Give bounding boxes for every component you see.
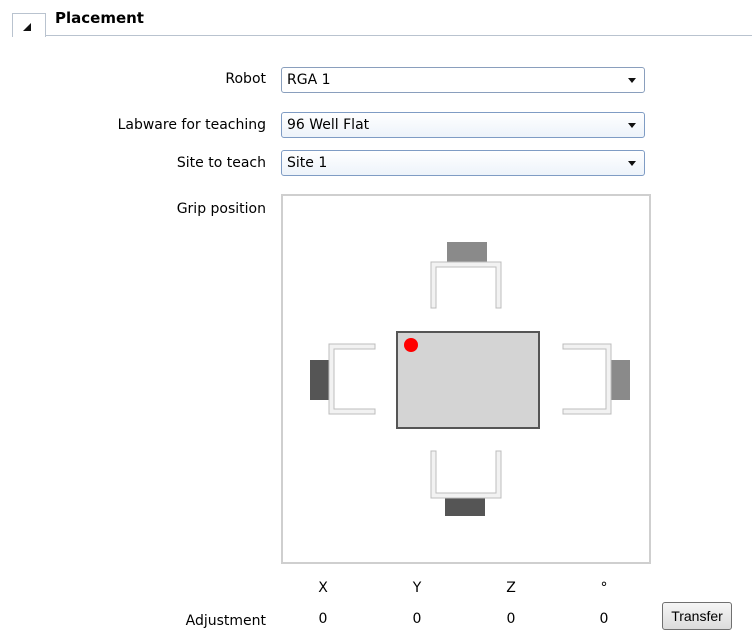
dropdown-arrow-icon bbox=[628, 123, 636, 128]
collapse-button[interactable] bbox=[12, 13, 46, 37]
labware-plate bbox=[396, 331, 540, 429]
adjustment-header-x: X bbox=[318, 580, 328, 596]
transfer-button[interactable]: Transfer bbox=[662, 602, 732, 630]
site-select[interactable]: Site 1 bbox=[281, 150, 645, 176]
grip-option-left[interactable] bbox=[310, 343, 376, 415]
adjustment-label: Adjustment bbox=[185, 613, 266, 629]
section-title: Placement bbox=[55, 9, 144, 27]
robot-select-value: RGA 1 bbox=[287, 72, 331, 88]
robot-label: Robot bbox=[225, 71, 266, 87]
robot-select[interactable]: RGA 1 bbox=[281, 67, 645, 93]
adjustment-header-z: Z bbox=[506, 580, 516, 596]
adjustment-x-value[interactable]: 0 bbox=[313, 611, 333, 627]
adjustment-header-degrees: ° bbox=[600, 580, 608, 596]
labware-select[interactable]: 96 Well Flat bbox=[281, 112, 645, 138]
adjustment-z-value[interactable]: 0 bbox=[501, 611, 521, 627]
grip-position-panel bbox=[281, 194, 651, 564]
grip-option-right[interactable] bbox=[562, 343, 630, 415]
adjustment-y-value[interactable]: 0 bbox=[407, 611, 427, 627]
section-header: Placement bbox=[0, 0, 752, 38]
grip-position-label: Grip position bbox=[176, 201, 266, 217]
dropdown-arrow-icon bbox=[628, 161, 636, 166]
plate-a1-marker bbox=[404, 338, 418, 352]
site-label: Site to teach bbox=[176, 155, 266, 171]
labware-label: Labware for teaching bbox=[117, 117, 266, 133]
adjustment-degrees-value[interactable]: 0 bbox=[594, 611, 614, 627]
grip-diagram bbox=[310, 242, 630, 516]
grip-option-top[interactable] bbox=[430, 242, 502, 309]
section-divider bbox=[46, 35, 752, 36]
grip-option-bottom[interactable] bbox=[430, 450, 502, 516]
labware-select-value: 96 Well Flat bbox=[287, 117, 370, 133]
site-select-value: Site 1 bbox=[287, 155, 328, 171]
dropdown-arrow-icon bbox=[628, 78, 636, 83]
collapse-triangle-icon bbox=[23, 23, 31, 31]
adjustment-header-y: Y bbox=[412, 580, 422, 596]
